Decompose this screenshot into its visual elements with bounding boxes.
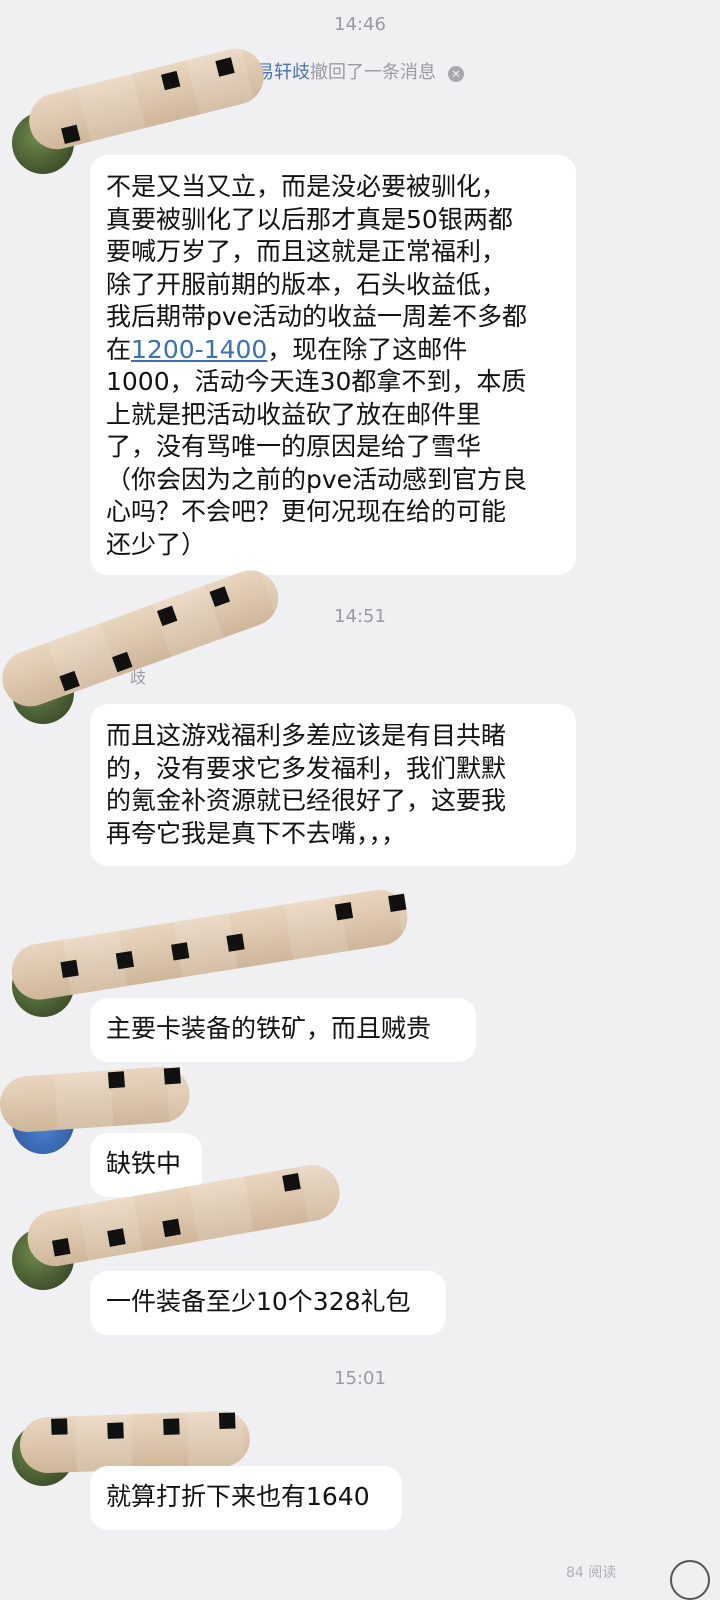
message-line: 的，没有要求它多发福利，我们默默 [106, 753, 507, 783]
redacted-name-mosaic [0, 562, 287, 715]
message-text: ，现在除了这邮件 [267, 334, 468, 364]
sender-name[interactable]: 歧 [130, 664, 146, 688]
message-line: 1000，活动今天连30都拿不到，本质 [106, 367, 527, 396]
message-line: 上就是把活动收益砍了放在邮件里 [106, 399, 482, 429]
recall-text: 撤回了一条消息 [310, 62, 436, 83]
redacted-name-mosaic [19, 1409, 251, 1474]
close-icon[interactable]: × [448, 66, 464, 82]
message-text: 在 [106, 334, 132, 364]
message-line: 就算打折下来也有1640 [106, 1482, 370, 1511]
message-line: 主要卡装备的铁矿，而且贼贵 [106, 1014, 432, 1043]
message-line: 不是又当又立，而是没必要被驯化， [106, 172, 507, 201]
timestamp: 14:46 [334, 14, 386, 35]
timestamp: 15:01 [334, 1368, 386, 1389]
recall-user-name[interactable]: 易轩歧 [256, 62, 310, 83]
read-count: 84 阅读 [566, 1565, 617, 1581]
message-line: 要喊万岁了，而且这就是正常福利， [106, 237, 507, 266]
message-line: 除了开服前期的版本，石头收益低， [106, 269, 507, 299]
message-bubble[interactable]: 不是又当又立，而是没必要被驯化， 真要被驯化了以后那才真是50银两都 要喊万岁了… [90, 155, 576, 575]
number-link[interactable]: 1200-1400 [131, 335, 267, 364]
message-bubble[interactable]: 一件装备至少10个328礼包 [90, 1271, 446, 1335]
message-line: 我后期带pve活动的收益一周差不多都 [106, 302, 528, 331]
message-line: 还少了） [106, 529, 207, 559]
message-line: 了，没有骂唯一的原因是给了雪华 [106, 432, 482, 461]
message-line: 再夸它我是真下不去嘴，，， [106, 818, 407, 848]
message-line: （你会因为之前的pve活动感到官方良 [106, 464, 528, 494]
message-bubble[interactable]: 而且这游戏福利多差应该是有目共睹 的，没有要求它多发福利，我们默默 的氪金补资源… [90, 704, 576, 866]
message-line: 的氪金补资源就已经很好了，这要我 [106, 786, 507, 815]
message-line: 在1200-1400，现在除了这邮件 [106, 334, 560, 367]
redacted-name-mosaic [0, 1064, 192, 1134]
message-bubble[interactable]: 主要卡装备的铁矿，而且贼贵 [90, 998, 476, 1062]
redacted-name-mosaic [7, 885, 412, 1004]
message-line: 心吗？不会吧？更何况现在给的可能 [106, 497, 507, 526]
message-line: 而且这游戏福利多差应该是有目共睹 [106, 721, 507, 750]
message-line: 一件装备至少10个328礼包 [106, 1287, 411, 1316]
message-line: 缺铁中 [106, 1149, 182, 1178]
message-line: 真要被驯化了以后那才真是50银两都 [106, 204, 513, 234]
message-bubble[interactable]: 就算打折下来也有1640 [90, 1466, 402, 1530]
circle-icon[interactable] [670, 1560, 710, 1600]
